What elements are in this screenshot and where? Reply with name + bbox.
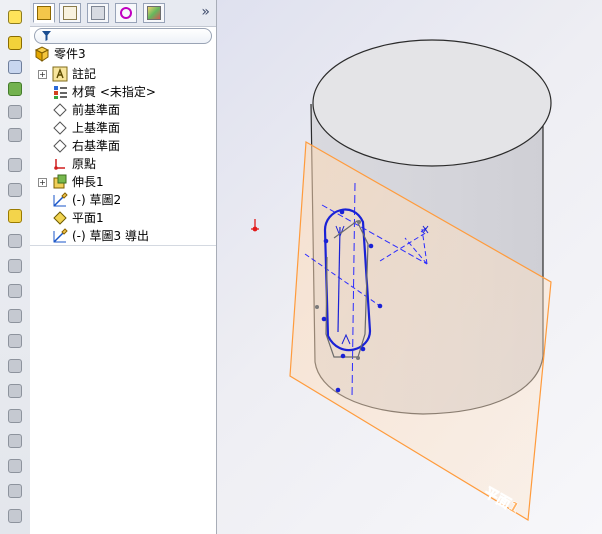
shell-icon[interactable] (5, 156, 25, 174)
loft-icon[interactable] (5, 126, 25, 144)
revolve-icon[interactable] (5, 103, 25, 121)
expand-extrude1-button[interactable]: + (38, 178, 47, 187)
material-icon (54, 86, 67, 99)
tree-bottom-divider (30, 245, 216, 246)
origin-axis[interactable] (251, 219, 259, 232)
tree-item-top-plane[interactable]: 上基準面 (34, 119, 194, 137)
property-manager-icon (63, 6, 77, 20)
tree-item-label: 上基準面 (72, 121, 121, 135)
mirror-icon[interactable] (5, 207, 25, 225)
plane-icon[interactable] (5, 482, 25, 500)
tree-item-annotations[interactable]: + 註記 (34, 65, 194, 83)
tree-item-origin[interactable]: 原點 (34, 155, 194, 173)
wrap-icon[interactable] (5, 357, 25, 375)
tree-item-label: 材質 <未指定> (72, 85, 156, 99)
feature-manager-tab[interactable] (33, 3, 55, 23)
cylinder-icon[interactable] (5, 457, 25, 475)
tree-item-right-plane[interactable]: 右基準面 (34, 137, 194, 155)
tree-item-label: (-) 草圖2 (72, 193, 122, 207)
tree-item-label: 平面1 (72, 211, 104, 225)
cut-icon[interactable] (5, 407, 25, 425)
dome-icon[interactable] (5, 382, 25, 400)
panel-tabs: » (30, 0, 216, 27)
tree-item-label: 註記 (72, 67, 97, 81)
sketch-icon (53, 192, 68, 207)
feature-manager-icon (37, 6, 51, 20)
configuration-manager-tab[interactable] (87, 3, 109, 23)
sketch-icon (53, 228, 68, 243)
tree-item-sketch3-derived[interactable]: (-) 草圖3 導出 (34, 227, 204, 245)
tree-item-label: 右基準面 (72, 139, 121, 153)
draft-icon[interactable] (5, 181, 25, 199)
sheet-icon[interactable] (5, 507, 25, 525)
dimxpert-tab[interactable] (115, 3, 137, 23)
expand-annotations-button[interactable]: + (38, 70, 47, 79)
display-manager-tab[interactable] (143, 3, 165, 23)
plane-yellow-icon (53, 211, 67, 225)
origin-icon (54, 159, 65, 170)
annotation-icon (52, 66, 68, 82)
extrude-icon[interactable] (5, 80, 25, 98)
feature-manager-panel: » 零件3 + 註記 材質 <未指定> 前基準面 上基準面 右基準面 原點 + … (30, 0, 217, 534)
display-manager-icon (147, 6, 161, 20)
plane-icon (53, 121, 67, 135)
graphics-viewport[interactable]: 平面1 (217, 0, 602, 534)
extrude-icon (53, 174, 67, 189)
move-icon[interactable] (5, 432, 25, 450)
left-command-toolbar (0, 0, 31, 534)
dimxpert-icon (120, 7, 132, 19)
tree-item-material[interactable]: 材質 <未指定> (34, 83, 204, 101)
property-manager-tab[interactable] (59, 3, 81, 23)
scale-icon[interactable] (5, 58, 25, 76)
part-icon (34, 46, 50, 62)
filter-icon (42, 31, 51, 41)
rib-icon[interactable] (5, 332, 25, 350)
plane-icon (53, 103, 67, 117)
tree-root[interactable]: 零件3 (34, 45, 194, 63)
tree-root-label: 零件3 (54, 47, 86, 61)
sweep-icon[interactable] (5, 282, 25, 300)
tree-item-front-plane[interactable]: 前基準面 (34, 101, 194, 119)
fillet-icon[interactable] (5, 232, 25, 250)
box-icon[interactable] (5, 34, 25, 52)
tree-item-extrude1[interactable]: + 伸長1 (34, 173, 194, 191)
configuration-manager-icon (91, 6, 105, 20)
boundary-icon[interactable] (5, 307, 25, 325)
tree-item-plane1[interactable]: 平面1 (34, 209, 194, 227)
tree-item-label: 原點 (72, 157, 97, 171)
tree-item-label: 伸長1 (72, 175, 104, 189)
new-part-icon[interactable] (5, 8, 25, 26)
model-view: 平面1 (251, 39, 552, 522)
more-tabs-button[interactable]: » (201, 4, 210, 20)
pattern-icon[interactable] (5, 257, 25, 275)
tree-item-label: 前基準面 (72, 103, 121, 117)
plane-icon (53, 139, 67, 153)
feature-filter-bar[interactable] (34, 28, 212, 44)
tree-item-sketch2[interactable]: (-) 草圖2 (34, 191, 194, 209)
tree-item-label: (-) 草圖3 導出 (72, 229, 149, 243)
